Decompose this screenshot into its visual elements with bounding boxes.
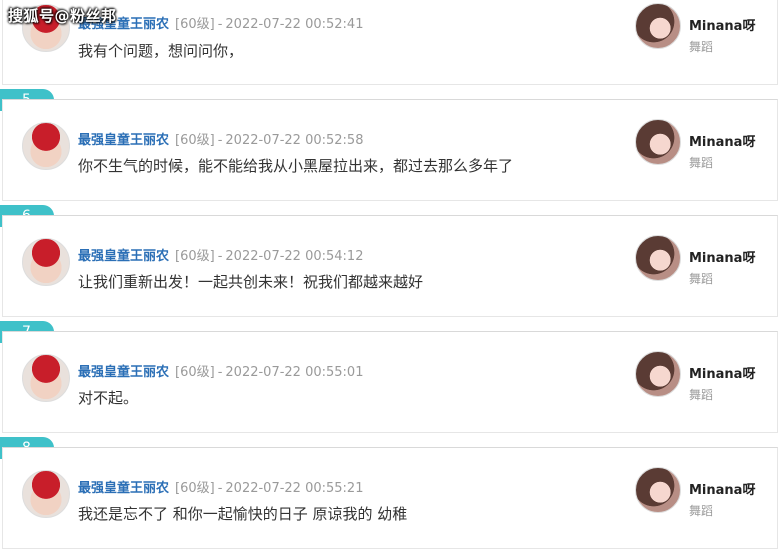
recipient-avatar[interactable]: [635, 3, 681, 49]
recipient-name[interactable]: Minana呀: [689, 479, 755, 498]
user-level: [60级]: [175, 365, 215, 380]
user-level: [60级]: [175, 133, 215, 148]
recipient-role: 舞蹈: [689, 272, 714, 286]
comment-meta: 最强皇童王丽农 [60级] -2022-07-22 00:52:41: [78, 13, 363, 32]
recipient-role: 舞蹈: [689, 388, 714, 402]
avatar[interactable]: [22, 238, 70, 286]
recipient-role: 舞蹈: [689, 504, 714, 518]
watermark: 搜狐号@粉丝邦: [8, 7, 117, 25]
recipient-role: 舞蹈: [689, 156, 714, 170]
user-level: [60级]: [175, 481, 215, 496]
recipient-avatar[interactable]: [635, 119, 681, 165]
username-link[interactable]: 最强皇童王丽农: [78, 133, 169, 148]
comment-text: 我还是忘不了 和你一起愉快的日子 原谅我的 幼稚: [78, 505, 408, 523]
separator: -: [217, 481, 223, 496]
separator: -: [217, 365, 223, 380]
username-link[interactable]: 最强皇童王丽农: [78, 249, 169, 264]
timestamp: 2022-07-22 00:52:41: [225, 17, 364, 32]
list-item: 最强皇童王丽农 [60级] -2022-07-22 00:52:41 我有个问题，想…: [0, 0, 780, 85]
comment-meta: 最强皇童王丽农 [60级] -2022-07-22 00:55:01: [78, 361, 363, 380]
separator: -: [217, 249, 223, 264]
timestamp: 2022-07-22 00:55:21: [225, 481, 364, 496]
recipient-name[interactable]: Minana呀: [689, 15, 755, 34]
recipient-name[interactable]: Minana呀: [689, 131, 755, 150]
avatar[interactable]: [22, 354, 70, 402]
recipient-name[interactable]: Minana呀: [689, 247, 755, 266]
list-item: 5 最强皇童王丽农[60级]-2022-07-22 00:52:58 你不生气的…: [0, 89, 780, 202]
comment-meta: 最强皇童王丽农 [60级] -2022-07-22 00:52:58: [78, 129, 363, 148]
list-item: 8 最强皇童王丽农[60级]-2022-07-22 00:55:21 我还是忘不…: [0, 437, 780, 549]
timestamp: 2022-07-22 00:55:01: [225, 365, 364, 380]
recipient-name[interactable]: Minana呀: [689, 363, 755, 382]
comment-text: 对不起。: [78, 389, 139, 407]
separator: -: [217, 17, 223, 32]
list-item: 6 最强皇童王丽农[60级]-2022-07-22 00:54:12 让我们重新…: [0, 205, 780, 318]
separator: -: [217, 133, 223, 148]
username-link[interactable]: 最强皇童王丽农: [78, 365, 169, 380]
comment-text: 你不生气的时候，能不能给我从小黑屋拉出来，都过去那么多年了: [78, 157, 514, 175]
comment-text: 让我们重新出发！一起共创未来！祝我们都越来越好: [78, 273, 424, 291]
user-level: [60级]: [175, 249, 215, 264]
avatar[interactable]: [22, 122, 70, 170]
list-item: 7 最强皇童王丽农[60级]-2022-07-22 00:55:01 对不起。 …: [0, 321, 780, 434]
comment-text: 我有个问题，想问问你，: [78, 42, 244, 60]
recipient-avatar[interactable]: [635, 235, 681, 281]
timestamp: 2022-07-22 00:54:12: [225, 249, 364, 264]
user-level: [60级]: [175, 17, 215, 32]
username-link[interactable]: 最强皇童王丽农: [78, 481, 169, 496]
recipient-avatar[interactable]: [635, 467, 681, 513]
comment-meta: 最强皇童王丽农 [60级] -2022-07-22 00:54:12: [78, 245, 363, 264]
comment-meta: 最强皇童王丽农 [60级] -2022-07-22 00:55:21: [78, 477, 363, 496]
recipient-role: 舞蹈: [689, 40, 714, 54]
timestamp: 2022-07-22 00:52:58: [225, 133, 364, 148]
recipient-avatar[interactable]: [635, 351, 681, 397]
avatar[interactable]: [22, 470, 70, 518]
